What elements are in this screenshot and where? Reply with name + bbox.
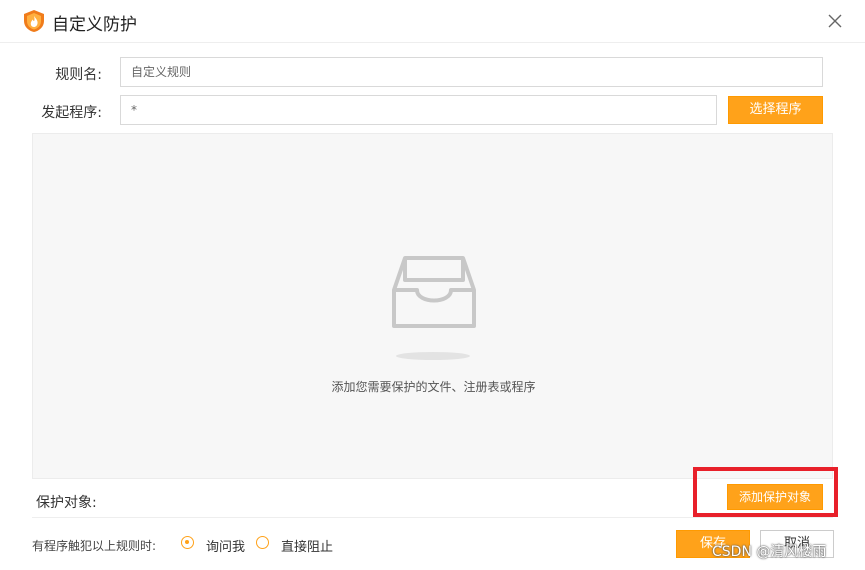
- add-protected-object-button[interactable]: 添加保护对象: [727, 484, 823, 510]
- radio-ask-me[interactable]: [181, 536, 194, 549]
- footer-divider: [32, 517, 833, 518]
- radio-block-directly-label[interactable]: 直接阻止: [281, 536, 333, 555]
- close-icon: [828, 14, 842, 28]
- rule-name-label: 规则名:: [55, 67, 102, 83]
- empty-hint-text: 添加您需要保护的文件、注册表或程序: [331, 380, 536, 394]
- radio-block-directly[interactable]: [256, 536, 269, 549]
- close-button[interactable]: [824, 10, 846, 32]
- initiator-label: 发起程序:: [41, 105, 102, 121]
- watermark-text: CSDN @清风楼雨: [712, 544, 827, 560]
- protected-objects-list: 添加您需要保护的文件、注册表或程序: [32, 133, 833, 479]
- window-title: 自定义防护: [52, 15, 137, 35]
- empty-icon-shadow: [396, 352, 470, 360]
- protected-objects-label: 保护对象:: [36, 495, 97, 511]
- trigger-action-label: 有程序触犯以上规则时:: [32, 539, 157, 553]
- rule-name-input[interactable]: 自定义规则: [120, 57, 823, 87]
- select-program-button[interactable]: 选择程序: [728, 96, 823, 124]
- initiator-input[interactable]: *: [120, 95, 717, 125]
- title-bar: 自定义防护: [0, 0, 865, 43]
- empty-inbox-icon: [392, 256, 476, 328]
- radio-ask-me-label[interactable]: 询问我: [206, 536, 245, 555]
- shield-flame-logo-icon: [24, 10, 44, 32]
